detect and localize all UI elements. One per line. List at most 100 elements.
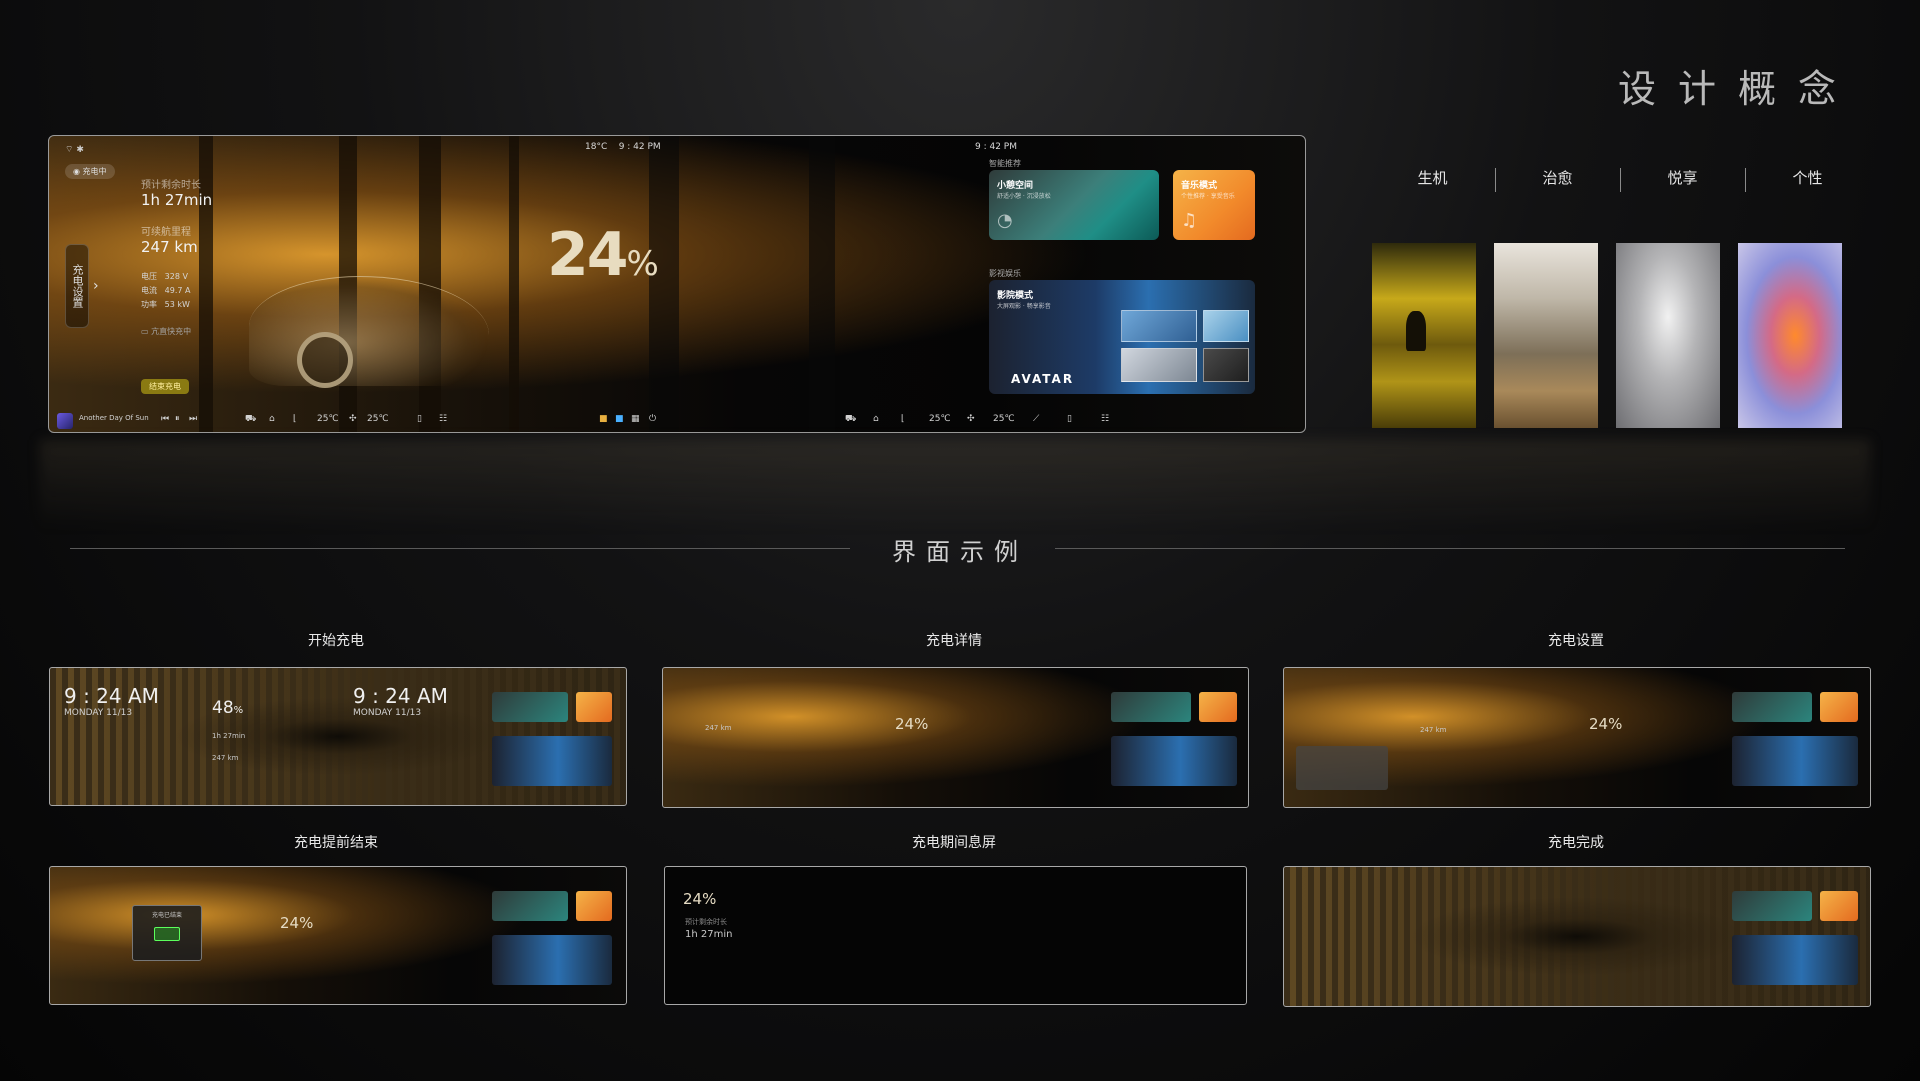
example-charging-complete[interactable]: [1283, 866, 1871, 1007]
pause-icon[interactable]: ⏸: [175, 414, 180, 424]
example-charging-ended-early[interactable]: 充电已结束 24%: [49, 866, 627, 1005]
example-percent: 24%: [1589, 715, 1623, 733]
car-wheel: [297, 332, 353, 388]
music-mode-card[interactable]: [1199, 692, 1237, 722]
example-charging-details[interactable]: 24% 247 km: [662, 667, 1249, 808]
mood-tab[interactable]: 个性: [1745, 166, 1870, 194]
wiper-icon[interactable]: ⟋: [1033, 414, 1039, 424]
rest-space-card[interactable]: [1732, 692, 1812, 722]
misty-forest-image: [1494, 243, 1598, 428]
rest-space-card[interactable]: [492, 891, 568, 921]
remaining-label: 预计剩余时长: [685, 918, 727, 926]
car-image: [249, 276, 489, 386]
seat-icon[interactable]: ⌊: [293, 414, 297, 424]
rest-space-card[interactable]: 小憩空间 舒适小憩 · 沉浸放松 ◔: [989, 170, 1159, 240]
music-mode-card[interactable]: [576, 891, 612, 921]
example-time: 9 : 24 AM: [353, 684, 448, 708]
charge-curve-chart: [1296, 746, 1388, 790]
defrost-icon[interactable]: ☷: [439, 414, 447, 424]
range-value: 247 km: [141, 238, 198, 256]
movie-mode-card[interactable]: 影院模式 大屏观影 · 畅享影音 AVATAR: [989, 280, 1255, 394]
status-bar-center: 18°C 9 : 42 PM: [585, 142, 661, 152]
mood-tab[interactable]: 悦享: [1620, 166, 1745, 194]
song-title: Another Day Of Sun: [79, 414, 149, 422]
temp-left[interactable]: 25℃: [317, 414, 339, 424]
concept-title: 设计概念: [1617, 67, 1858, 111]
charging-info: 预计剩余时长 1h 27min 可续航里程 247 km 电压 328 V 电流…: [141, 176, 212, 337]
example-label: 充电提前结束: [294, 835, 378, 851]
battery-icon: [154, 927, 180, 941]
movie-thumbnail[interactable]: [1121, 348, 1197, 382]
app-icon[interactable]: ■: [599, 414, 608, 424]
power-label: 功率: [141, 300, 157, 309]
car-icon[interactable]: ⛟: [845, 414, 856, 425]
rest-space-card[interactable]: [1111, 692, 1191, 722]
movie-mode-card[interactable]: [1732, 736, 1858, 786]
movie-title: AVATAR: [1011, 372, 1075, 386]
prev-icon[interactable]: ⏮: [161, 414, 169, 424]
movie-mode-card[interactable]: [1111, 736, 1237, 786]
phone-icon[interactable]: ▯: [417, 414, 422, 424]
music-mode-card[interactable]: 音乐模式 个性推荐 · 享受音乐 ♫: [1173, 170, 1255, 240]
defrost-icon[interactable]: ☷: [1101, 414, 1109, 424]
movie-mode-card[interactable]: [1732, 935, 1858, 985]
status-icons: ⌔ ✱: [65, 145, 84, 155]
mood-thumbnails: [1372, 243, 1842, 428]
battery-icon: ▭: [141, 327, 152, 336]
phone-icon[interactable]: ▯: [1067, 414, 1072, 424]
glow-figure-image: [1738, 243, 1842, 428]
rest-space-card[interactable]: [1732, 891, 1812, 921]
example-charging-settings[interactable]: 24% 247 km: [1283, 667, 1871, 808]
charging-settings-tab[interactable]: 充电设置: [65, 244, 89, 328]
app-icon[interactable]: ■: [615, 414, 624, 424]
clock: 9 : 42 PM: [618, 142, 661, 152]
battery-percent: 24%: [547, 220, 659, 290]
next-icon[interactable]: ⏭: [189, 414, 197, 424]
rest-icon: ◔: [997, 210, 1013, 231]
example-start-charging[interactable]: 9 : 24 AM MONDAY 11/13 48% 1h 27min 247 …: [49, 667, 627, 806]
home-icon[interactable]: ⌂: [873, 414, 879, 424]
temp-right[interactable]: 25℃: [993, 414, 1015, 424]
example-range: 247 km: [212, 754, 239, 762]
movie-thumbnail[interactable]: [1121, 310, 1197, 342]
home-icon[interactable]: ⌂: [269, 414, 275, 424]
charge-ended-popup[interactable]: 充电已结束: [132, 905, 202, 961]
example-screen-off[interactable]: 24% 预计剩余时长 1h 27min: [664, 866, 1247, 1005]
fan-icon[interactable]: ✣: [349, 414, 357, 424]
temp-left[interactable]: 25℃: [929, 414, 951, 424]
car-icon[interactable]: ⛟: [245, 414, 256, 425]
charging-chip: ◉ 充电中: [65, 164, 115, 179]
bottom-dock: Another Day Of Sun ⏮ ⏸ ⏭ ⛟ ⌂ ⌊ 25℃ ✣ 25℃…: [49, 410, 1305, 432]
remaining-value: 1h 27min: [685, 929, 733, 940]
seat-icon[interactable]: ⌊: [901, 414, 905, 424]
grid-icon[interactable]: ▦: [631, 414, 640, 424]
album-art[interactable]: [57, 413, 73, 429]
example-percent: 24%: [895, 715, 929, 733]
mood-tab[interactable]: 生机: [1370, 166, 1495, 194]
example-date: MONDAY 11/13: [64, 708, 133, 718]
rest-space-card[interactable]: [492, 692, 568, 722]
temp-right[interactable]: 25℃: [367, 414, 389, 424]
fan-icon[interactable]: ✣: [967, 414, 975, 424]
charge-status: 亢直快充中: [151, 327, 192, 336]
music-mode-card[interactable]: [1820, 891, 1858, 921]
example-label: 充电设置: [1548, 633, 1604, 649]
video-section-label: 影视娱乐: [989, 269, 1021, 278]
music-mode-card[interactable]: [1820, 692, 1858, 722]
divider-line: [1055, 548, 1845, 549]
screen-reflection: [40, 440, 1870, 530]
end-charging-button[interactable]: 结束充电: [141, 379, 189, 394]
temperature: 18°C: [585, 142, 608, 152]
voltage-value: 328 V: [164, 272, 188, 281]
movie-thumbnail[interactable]: [1203, 310, 1249, 342]
movie-thumbnail[interactable]: [1203, 348, 1249, 382]
music-mode-card[interactable]: [576, 692, 612, 722]
movie-mode-card[interactable]: [492, 736, 612, 786]
power-icon[interactable]: ⏻: [649, 414, 656, 424]
chevron-right-icon[interactable]: ›: [93, 278, 99, 294]
example-label: 开始充电: [308, 633, 364, 649]
smart-recommend-label: 智能推荐: [989, 159, 1021, 168]
example-label: 充电期间息屏: [912, 835, 996, 851]
movie-mode-card[interactable]: [492, 935, 612, 985]
mood-tab[interactable]: 治愈: [1495, 166, 1620, 194]
